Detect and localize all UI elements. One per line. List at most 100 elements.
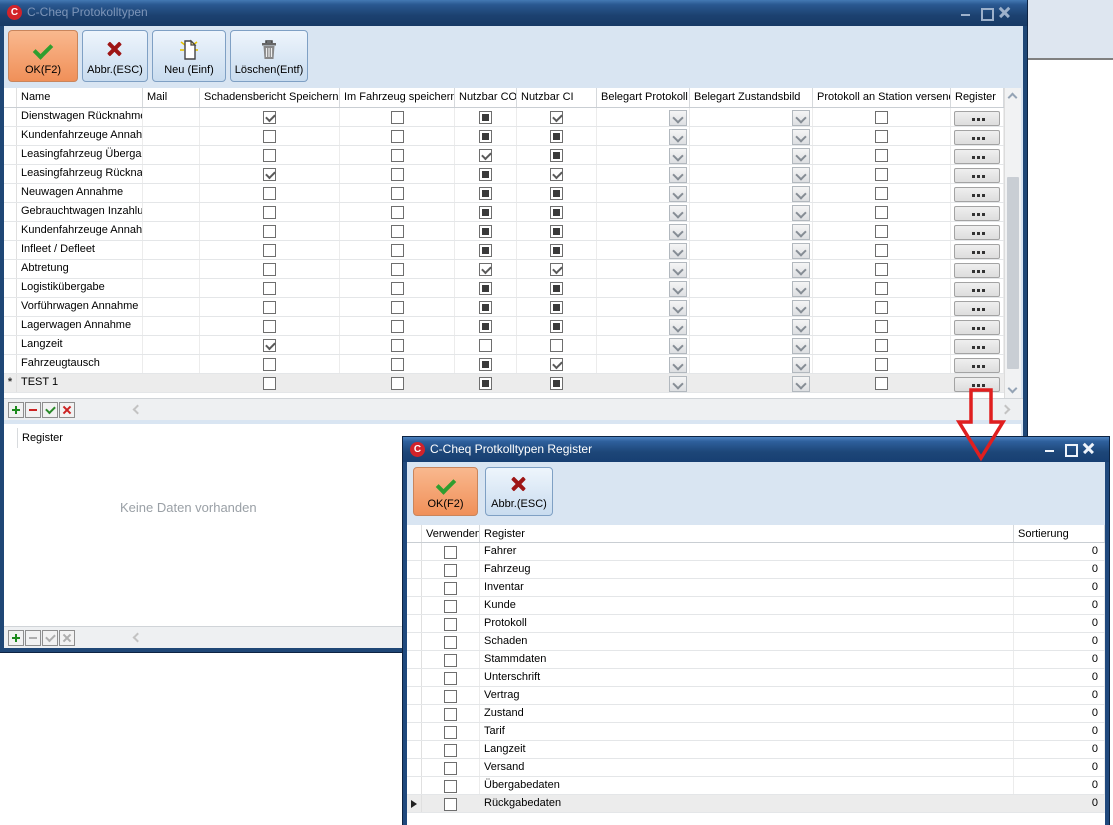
dropdown-belegart_zustandsbild[interactable] (792, 243, 810, 259)
checkbox-protokoll_an_station[interactable] (875, 339, 888, 352)
column-header-im-fahrzeug-speichern[interactable]: Im Fahrzeug speichern (340, 88, 455, 107)
detail-cancel-row-button[interactable] (59, 630, 75, 646)
scroll-up-icon[interactable] (1008, 93, 1018, 103)
checkbox-nutzbar_ci[interactable] (550, 263, 563, 276)
register-ellipsis-button[interactable] (954, 244, 1000, 259)
column-header-name[interactable]: Name (17, 88, 143, 107)
register-ellipsis-button[interactable] (954, 282, 1000, 297)
dropdown-belegart_zustandsbild[interactable] (792, 110, 810, 126)
checkbox-verwendet[interactable] (444, 672, 457, 685)
table-row[interactable]: Fahrzeug0 (407, 561, 1105, 579)
checkbox-protokoll_an_station[interactable] (875, 244, 888, 257)
checkbox-verwendet[interactable] (444, 546, 457, 559)
checkbox-nutzbar_ci[interactable] (550, 320, 563, 333)
checkbox-nutzbar_co[interactable] (479, 244, 492, 257)
scrollbar-thumb[interactable] (1007, 177, 1019, 369)
checkbox-verwendet[interactable] (444, 798, 457, 811)
checkbox-schadensbericht_speichern[interactable] (263, 130, 276, 143)
checkbox-im_fahrzeug_speichern[interactable] (391, 111, 404, 124)
dropdown-belegart_zustandsbild[interactable] (792, 338, 810, 354)
dropdown-belegart_protokoll[interactable] (669, 186, 687, 202)
table-row[interactable]: Inventar0 (407, 579, 1105, 597)
dropdown-belegart_protokoll[interactable] (669, 129, 687, 145)
checkbox-protokoll_an_station[interactable] (875, 168, 888, 181)
checkbox-protokoll_an_station[interactable] (875, 263, 888, 276)
checkbox-im_fahrzeug_speichern[interactable] (391, 282, 404, 295)
table-row[interactable]: Infleet / Defleet (4, 241, 1021, 260)
dropdown-belegart_protokoll[interactable] (669, 281, 687, 297)
checkbox-nutzbar_ci[interactable] (550, 282, 563, 295)
delete-button[interactable]: Löschen(Entf) (230, 30, 308, 82)
dropdown-belegart_protokoll[interactable] (669, 148, 687, 164)
checkbox-nutzbar_co[interactable] (479, 320, 492, 333)
checkbox-schadensbericht_speichern[interactable] (263, 206, 276, 219)
checkbox-protokoll_an_station[interactable] (875, 282, 888, 295)
column-header-verwenden[interactable]: Verwenden (422, 525, 480, 542)
dropdown-belegart_protokoll[interactable] (669, 319, 687, 335)
table-row[interactable]: Neuwagen Annahme (4, 184, 1021, 203)
checkbox-nutzbar_ci[interactable] (550, 149, 563, 162)
table-row[interactable]: Übergabedaten0 (407, 777, 1105, 795)
add-row-button[interactable] (8, 402, 24, 418)
cancel-button[interactable]: Abbr.(ESC) (82, 30, 148, 82)
dropdown-belegart_zustandsbild[interactable] (792, 129, 810, 145)
checkbox-protokoll_an_station[interactable] (875, 320, 888, 333)
checkbox-protokoll_an_station[interactable] (875, 187, 888, 200)
table-row[interactable]: Leasingfahrzeug Rücknahme (4, 165, 1021, 184)
new-button[interactable]: Neu (Einf) (152, 30, 226, 82)
checkbox-im_fahrzeug_speichern[interactable] (391, 358, 404, 371)
register-ellipsis-button[interactable] (954, 111, 1000, 126)
checkbox-schadensbericht_speichern[interactable] (263, 263, 276, 276)
checkbox-nutzbar_co[interactable] (479, 225, 492, 238)
hscroll-left-icon[interactable] (133, 405, 143, 415)
table-row[interactable]: Abtretung (4, 260, 1021, 279)
checkbox-nutzbar_ci[interactable] (550, 244, 563, 257)
register-ellipsis-button[interactable] (954, 187, 1000, 202)
table-row[interactable]: Kunde0 (407, 597, 1105, 615)
checkbox-verwendet[interactable] (444, 780, 457, 793)
checkbox-nutzbar_ci[interactable] (550, 111, 563, 124)
column-header-sortierung[interactable]: Sortierung (1014, 525, 1105, 542)
checkbox-verwendet[interactable] (444, 654, 457, 667)
dropdown-belegart_protokoll[interactable] (669, 167, 687, 183)
checkbox-protokoll_an_station[interactable] (875, 225, 888, 238)
checkbox-schadensbericht_speichern[interactable] (263, 282, 276, 295)
column-header-protokoll-an-station-versenden[interactable]: Protokoll an Station versenden (813, 88, 951, 107)
table-row[interactable]: Leasingfahrzeug Übergabe (4, 146, 1021, 165)
close-icon[interactable] (1083, 442, 1097, 456)
checkbox-verwendet[interactable] (444, 690, 457, 703)
checkbox-verwendet[interactable] (444, 762, 457, 775)
detail-accept-row-button[interactable] (42, 630, 58, 646)
table-row[interactable]: Unterschrift0 (407, 669, 1105, 687)
column-header-register[interactable]: Register (951, 88, 1004, 107)
checkbox-protokoll_an_station[interactable] (875, 130, 888, 143)
checkbox-schadensbericht_speichern[interactable] (263, 149, 276, 162)
checkbox-verwendet[interactable] (444, 600, 457, 613)
checkbox-nutzbar_co[interactable] (479, 168, 492, 181)
table-row[interactable]: Stammdaten0 (407, 651, 1105, 669)
dropdown-belegart_zustandsbild[interactable] (792, 205, 810, 221)
checkbox-im_fahrzeug_speichern[interactable] (391, 168, 404, 181)
register-ellipsis-button[interactable] (954, 263, 1000, 278)
detail-add-row-button[interactable] (8, 630, 24, 646)
table-row[interactable]: Vertrag0 (407, 687, 1105, 705)
checkbox-nutzbar_co[interactable] (479, 111, 492, 124)
dropdown-belegart_zustandsbild[interactable] (792, 319, 810, 335)
checkbox-nutzbar_co[interactable] (479, 149, 492, 162)
checkbox-nutzbar_co[interactable] (479, 263, 492, 276)
column-header-nutzbar-ci[interactable]: Nutzbar CI (517, 88, 597, 107)
dropdown-belegart_protokoll[interactable] (669, 338, 687, 354)
table-row[interactable]: Kundenfahrzeuge Annahme (4, 222, 1021, 241)
checkbox-nutzbar_co[interactable] (479, 282, 492, 295)
dropdown-belegart_zustandsbild[interactable] (792, 224, 810, 240)
checkbox-verwendet[interactable] (444, 618, 457, 631)
checkbox-verwendet[interactable] (444, 564, 457, 577)
table-row[interactable]: Dienstwagen Rücknahme (4, 108, 1021, 127)
checkbox-nutzbar_co[interactable] (479, 339, 492, 352)
checkbox-verwendet[interactable] (444, 708, 457, 721)
table-row[interactable]: Tarif0 (407, 723, 1105, 741)
checkbox-schadensbericht_speichern[interactable] (263, 358, 276, 371)
checkbox-verwendet[interactable] (444, 636, 457, 649)
table-row[interactable]: Langzeit0 (407, 741, 1105, 759)
checkbox-im_fahrzeug_speichern[interactable] (391, 377, 404, 390)
